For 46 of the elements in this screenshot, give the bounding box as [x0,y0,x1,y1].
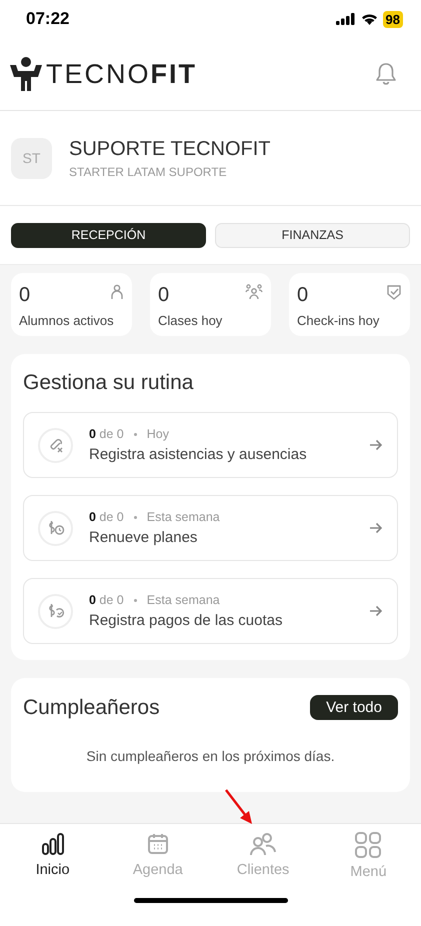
stat-value: 0 [158,284,170,307]
logo-figure-icon [10,57,42,91]
view-all-button[interactable]: Ver todo [310,695,398,720]
notification-bell-icon[interactable] [375,62,397,86]
arrow-right-icon [369,605,383,617]
logo-wordmark: TECNOFIT [46,58,197,90]
status-time: 07:22 [26,9,70,29]
calendar-icon [146,832,170,856]
card-title: Gestiona su rutina [23,371,194,395]
people-icon [249,832,278,856]
stat-value: 0 [297,284,308,307]
shield-check-icon [386,284,402,300]
stat-value: 0 [19,284,30,307]
stat-label: Alumnos activos [19,313,115,328]
task-period: Esta semana [146,510,220,524]
group-icon [245,284,263,300]
money-check-icon [46,603,64,619]
profile-plan: STARTER LATAM SUPORTE [69,164,228,178]
tab[interactable]: RECEPCIÓN [11,222,206,248]
signal-icon [336,13,356,25]
profile-name: SUPORTE TECNOFIT [69,138,271,160]
tab[interactable]: FINANZAS [215,222,410,248]
grid-menu-icon [355,832,382,858]
battery-level: 98 [382,10,403,28]
nav-item[interactable]: Inicio [0,832,106,898]
money-clock-icon [46,520,64,536]
bar-chart-icon [40,832,65,856]
task-period: Hoy [146,427,169,441]
separator-dot [134,516,137,518]
separator-dot [134,432,137,436]
annotation-arrow [224,788,254,826]
task-title: Renueve planes [89,529,198,546]
task-title: Registra pagos de las cuotas [89,612,284,629]
task-title: Registra asistencias y ausencias [89,446,308,463]
stat-label: Check-ins hoy [297,313,380,328]
wifi-icon [360,13,378,25]
person-icon [110,284,124,300]
card-title: Cumpleañeros [23,696,160,720]
attendance-icon [48,437,64,453]
empty-message: Sin cumpleañeros en los próximos días. [85,748,336,766]
avatar-initials: ST [11,138,52,178]
arrow-right-icon [369,439,383,451]
separator-dot [134,598,137,602]
task-period: Esta semana [146,593,220,607]
stat-label: Clases hoy [158,313,224,328]
arrow-right-icon [369,522,383,534]
